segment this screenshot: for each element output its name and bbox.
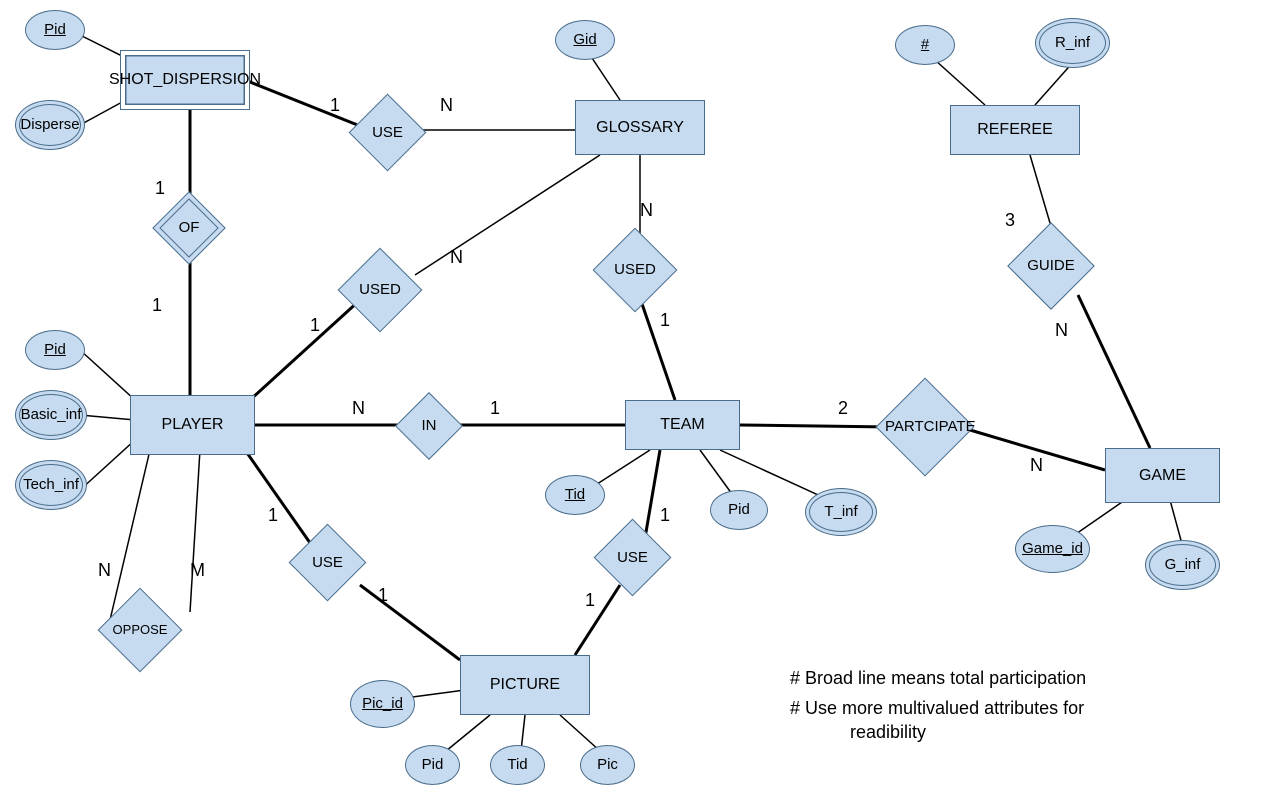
attr-gm-ginf: G_inf [1145, 540, 1220, 590]
note-2: # Use more multivalued attributes for [790, 698, 1084, 719]
attr-tm-pid: Pid [710, 490, 768, 530]
card-of-sd: 1 [155, 178, 165, 199]
entity-player: PLAYER [130, 395, 255, 455]
attr-pic-tid: Tid [490, 745, 545, 785]
rel-in: IN [405, 402, 453, 450]
card-of-pl: 1 [152, 295, 162, 316]
attr-tm-tid: Tid [545, 475, 605, 515]
note-3: readibility [850, 722, 926, 743]
attr-label: T_inf [824, 504, 857, 521]
attr-sd-disperse: Disperse [15, 100, 85, 150]
note-1: # Broad line means total participation [790, 668, 1086, 689]
attr-label: Pid [422, 757, 444, 774]
attr-label: Game_id [1022, 541, 1083, 558]
card-useplpic-pl: 1 [268, 505, 278, 526]
attr-label: Gid [573, 32, 596, 49]
rel-use-pl-pic: USE [300, 535, 355, 590]
card-usetmpic-tm: 1 [660, 505, 670, 526]
card-use-sd: 1 [330, 95, 340, 116]
rel-oppose: OPPOSE [110, 600, 170, 660]
card-usedtm-gl: N [640, 200, 653, 221]
attr-label: Disperse [20, 117, 79, 134]
attr-label: # [921, 37, 929, 54]
entity-label: SHOT_DISPERSION [109, 71, 261, 89]
entity-referee: REFEREE [950, 105, 1080, 155]
entity-glossary: GLOSSARY [575, 100, 705, 155]
entity-label: REFEREE [977, 121, 1053, 139]
attr-pic-pic: Pic [580, 745, 635, 785]
attr-ref-rinf: R_inf [1035, 18, 1110, 68]
attr-pl-tech: Tech_inf [15, 460, 87, 510]
attr-label: R_inf [1055, 35, 1090, 52]
attr-label: Pid [728, 502, 750, 519]
card-opp-a: N [98, 560, 111, 581]
card-in-tm: 1 [490, 398, 500, 419]
attr-ref-hash: # [895, 25, 955, 65]
entity-game: GAME [1105, 448, 1220, 503]
entity-label: PICTURE [490, 676, 560, 694]
rel-used-tm-gl: USED [605, 240, 665, 300]
card-guide-gm: N [1055, 320, 1068, 341]
attr-pl-pid: Pid [25, 330, 85, 370]
rel-use-sd-gl: USE [360, 105, 415, 160]
card-part-gm: N [1030, 455, 1043, 476]
attr-tm-tinf: T_inf [805, 488, 877, 536]
card-part-tm: 2 [838, 398, 848, 419]
card-use-gl: N [440, 95, 453, 116]
attr-gl-gid: Gid [555, 20, 615, 60]
attr-label: Pid [44, 22, 66, 39]
rel-participate: PARTCIPATE [890, 392, 960, 462]
attr-pl-basic: Basic_inf [15, 390, 87, 440]
attr-label: Tid [565, 487, 585, 504]
card-useplpic-pic: 1 [378, 585, 388, 606]
rel-used-pl-gl: USED [350, 260, 410, 320]
entity-shot-dispersion: SHOT_DISPERSION [120, 50, 250, 110]
attr-pic-picid: Pic_id [350, 680, 415, 728]
entity-label: PLAYER [162, 416, 224, 434]
card-in-pl: N [352, 398, 365, 419]
attr-label: Pic [597, 757, 618, 774]
entity-picture: PICTURE [460, 655, 590, 715]
entity-label: GAME [1139, 467, 1186, 485]
er-diagram-canvas: SHOT_DISPERSION GLOSSARY REFEREE PLAYER … [0, 0, 1268, 793]
attr-pic-pid: Pid [405, 745, 460, 785]
attr-label: Basic_inf [21, 407, 82, 424]
rel-of: OF [163, 202, 215, 254]
attr-sd-pid: Pid [25, 10, 85, 50]
card-usedtm-tm: 1 [660, 310, 670, 331]
attr-label: Tech_inf [23, 477, 79, 494]
entity-label: GLOSSARY [596, 119, 684, 137]
entity-label: TEAM [660, 416, 704, 434]
card-usetmpic-pic: 1 [585, 590, 595, 611]
attr-label: Pic_id [362, 696, 403, 713]
attr-label: Pid [44, 342, 66, 359]
card-usedpl-pl: 1 [310, 315, 320, 336]
attr-label: G_inf [1165, 557, 1201, 574]
attr-label: Tid [507, 757, 527, 774]
card-guide-ref: 3 [1005, 210, 1015, 231]
entity-team: TEAM [625, 400, 740, 450]
rel-guide: GUIDE [1020, 235, 1082, 297]
rel-use-tm-pic: USE [605, 530, 660, 585]
card-opp-b: M [190, 560, 205, 581]
card-usedpl-gl: N [450, 247, 463, 268]
attr-gm-gameid: Game_id [1015, 525, 1090, 573]
